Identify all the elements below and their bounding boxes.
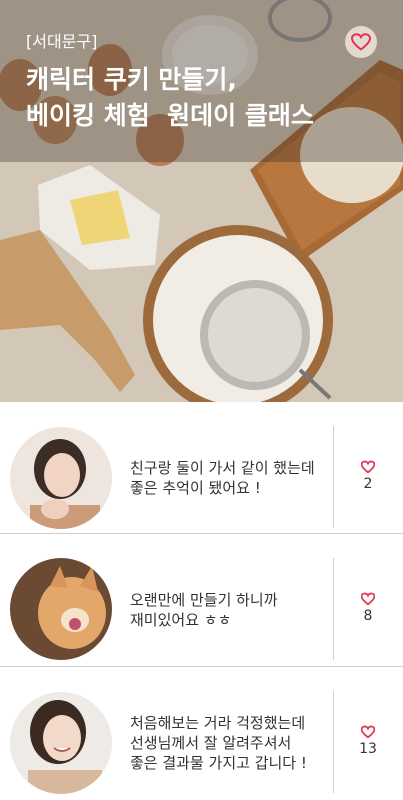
- like-counter[interactable]: 8: [350, 592, 386, 624]
- review-comment: 친구랑 둘이 가서 같이 했는데 좋은 추억이 됐어요 !: [130, 459, 315, 497]
- woman-portrait: [10, 427, 112, 529]
- favorite-button[interactable]: [345, 26, 377, 58]
- location-tag: [서대문구]: [26, 32, 98, 51]
- like-count: 8: [363, 608, 373, 624]
- baking-photo: [0, 0, 403, 402]
- heart-outline-icon: [361, 460, 375, 474]
- review-comment: 처음해보는 거라 걱정했는데 선생님께서 잘 알려주셔서 좋은 결과물 가지고 …: [130, 714, 307, 772]
- avatar: [10, 427, 112, 529]
- like-counter[interactable]: 13: [350, 725, 386, 757]
- like-count: 13: [359, 741, 377, 757]
- class-title-line-2: 베이킹 체험 원데이 클래스: [26, 101, 314, 130]
- review-comment: 오랜만에 만들기 하니까 재미있어요 ㅎㅎ: [130, 591, 278, 629]
- heart-outline-icon: [361, 592, 375, 606]
- review-row[interactable]: 오랜만에 만들기 하니까 재미있어요 ㅎㅎ 8: [0, 534, 403, 667]
- class-title: 캐릭터 쿠키 만들기, 베이킹 체험 원데이 클래스: [26, 62, 314, 134]
- heart-outline-icon: [361, 725, 375, 739]
- avatar: [10, 558, 112, 660]
- review-row[interactable]: 처음해보는 거라 걱정했는데 선생님께서 잘 알려주셔서 좋은 결과물 가지고 …: [0, 667, 403, 800]
- review-list: 친구랑 둘이 가서 같이 했는데 좋은 추억이 됐어요 ! 2 오랜만에 만들기…: [0, 402, 403, 800]
- review-row[interactable]: 친구랑 둘이 가서 같이 했는데 좋은 추억이 됐어요 ! 2: [0, 402, 403, 534]
- divider: [333, 558, 334, 660]
- cat-photo: [10, 558, 112, 660]
- avatar: [10, 692, 112, 794]
- divider: [333, 426, 334, 528]
- like-counter[interactable]: 2: [350, 460, 386, 492]
- hero-banner[interactable]: [서대문구] 캐릭터 쿠키 만들기, 베이킹 체험 원데이 클래스: [0, 0, 403, 402]
- woman-smiling: [10, 692, 112, 794]
- divider: [333, 691, 334, 793]
- class-title-line-1: 캐릭터 쿠키 만들기,: [26, 65, 237, 94]
- heart-outline-icon: [351, 33, 371, 51]
- like-count: 2: [363, 476, 373, 492]
